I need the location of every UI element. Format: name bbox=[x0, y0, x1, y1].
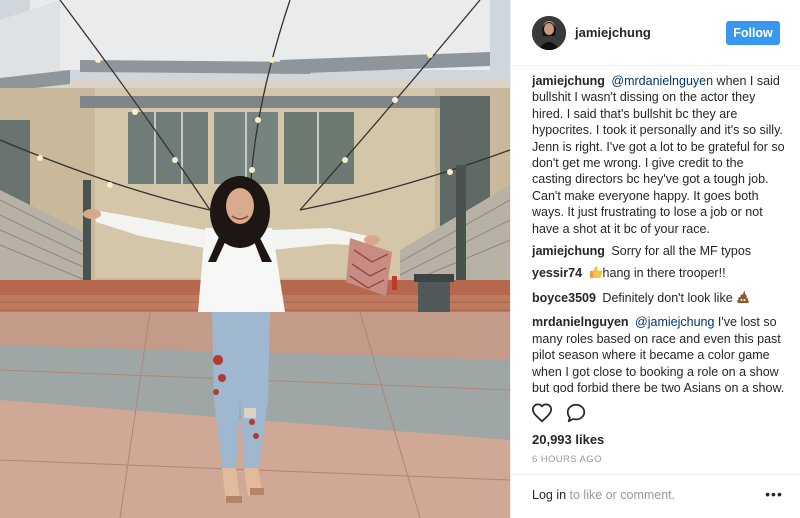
comment-caption: jamiejchung @mrdanielnguyen when I said … bbox=[532, 73, 786, 237]
comment-text: Definitely don't look like bbox=[602, 290, 733, 305]
comment-username[interactable]: boyce3509 bbox=[532, 291, 596, 305]
comment-item: mrdanielnguyen @jamiejchung I've lost so… bbox=[532, 314, 786, 393]
comment-text: hang in there trooper!! bbox=[602, 266, 726, 281]
comment-mention[interactable]: @jamiejchung bbox=[635, 315, 714, 329]
likes-count[interactable]: 20,993 likes bbox=[532, 432, 604, 447]
pile-of-poo-icon bbox=[736, 290, 750, 308]
thumbs-up-icon bbox=[589, 265, 603, 283]
comment-item: yessir74 hang in there trooper!! bbox=[532, 265, 786, 283]
heart-icon[interactable] bbox=[531, 402, 553, 424]
comment-bubble-icon[interactable] bbox=[565, 402, 587, 424]
post-header: jamiejchung Follow bbox=[511, 0, 800, 66]
comment-mention[interactable]: @mrdanielnguyen bbox=[611, 74, 713, 88]
comment-username[interactable]: yessir74 bbox=[532, 266, 582, 280]
header-username[interactable]: jamiejchung bbox=[575, 25, 651, 40]
post-footer: Log in to like or comment. ••• bbox=[511, 474, 800, 518]
comment-username[interactable]: mrdanielnguyen bbox=[532, 315, 629, 329]
comment-item: boyce3509 Definitely don't look like bbox=[532, 290, 786, 308]
avatar-image bbox=[532, 16, 566, 50]
post-timestamp: 6 HOURS AGO bbox=[532, 454, 602, 465]
login-prompt: Log in to like or comment. bbox=[532, 488, 675, 502]
more-options-icon[interactable]: ••• bbox=[764, 487, 784, 501]
comment-username[interactable]: jamiejchung bbox=[532, 244, 605, 258]
comment-item: jamiejchung Sorry for all the MF typos bbox=[532, 243, 786, 259]
photo-illustration bbox=[0, 0, 510, 518]
post-photo bbox=[0, 0, 510, 518]
comment-text: when I said bullshit I wasn't dissing on… bbox=[532, 74, 785, 236]
post-actions bbox=[531, 402, 791, 426]
post-details-panel: jamiejchung Follow jamiejchung @mrdaniel… bbox=[510, 0, 800, 518]
comment-username[interactable]: jamiejchung bbox=[532, 74, 605, 88]
follow-button[interactable]: Follow bbox=[726, 21, 780, 45]
login-link[interactable]: Log in bbox=[532, 488, 566, 502]
avatar[interactable] bbox=[532, 16, 566, 50]
comment-text: Sorry for all the MF typos bbox=[611, 244, 752, 259]
comments-list[interactable]: jamiejchung @mrdanielnguyen when I said … bbox=[532, 73, 786, 393]
login-prompt-text: to like or comment. bbox=[566, 488, 676, 502]
